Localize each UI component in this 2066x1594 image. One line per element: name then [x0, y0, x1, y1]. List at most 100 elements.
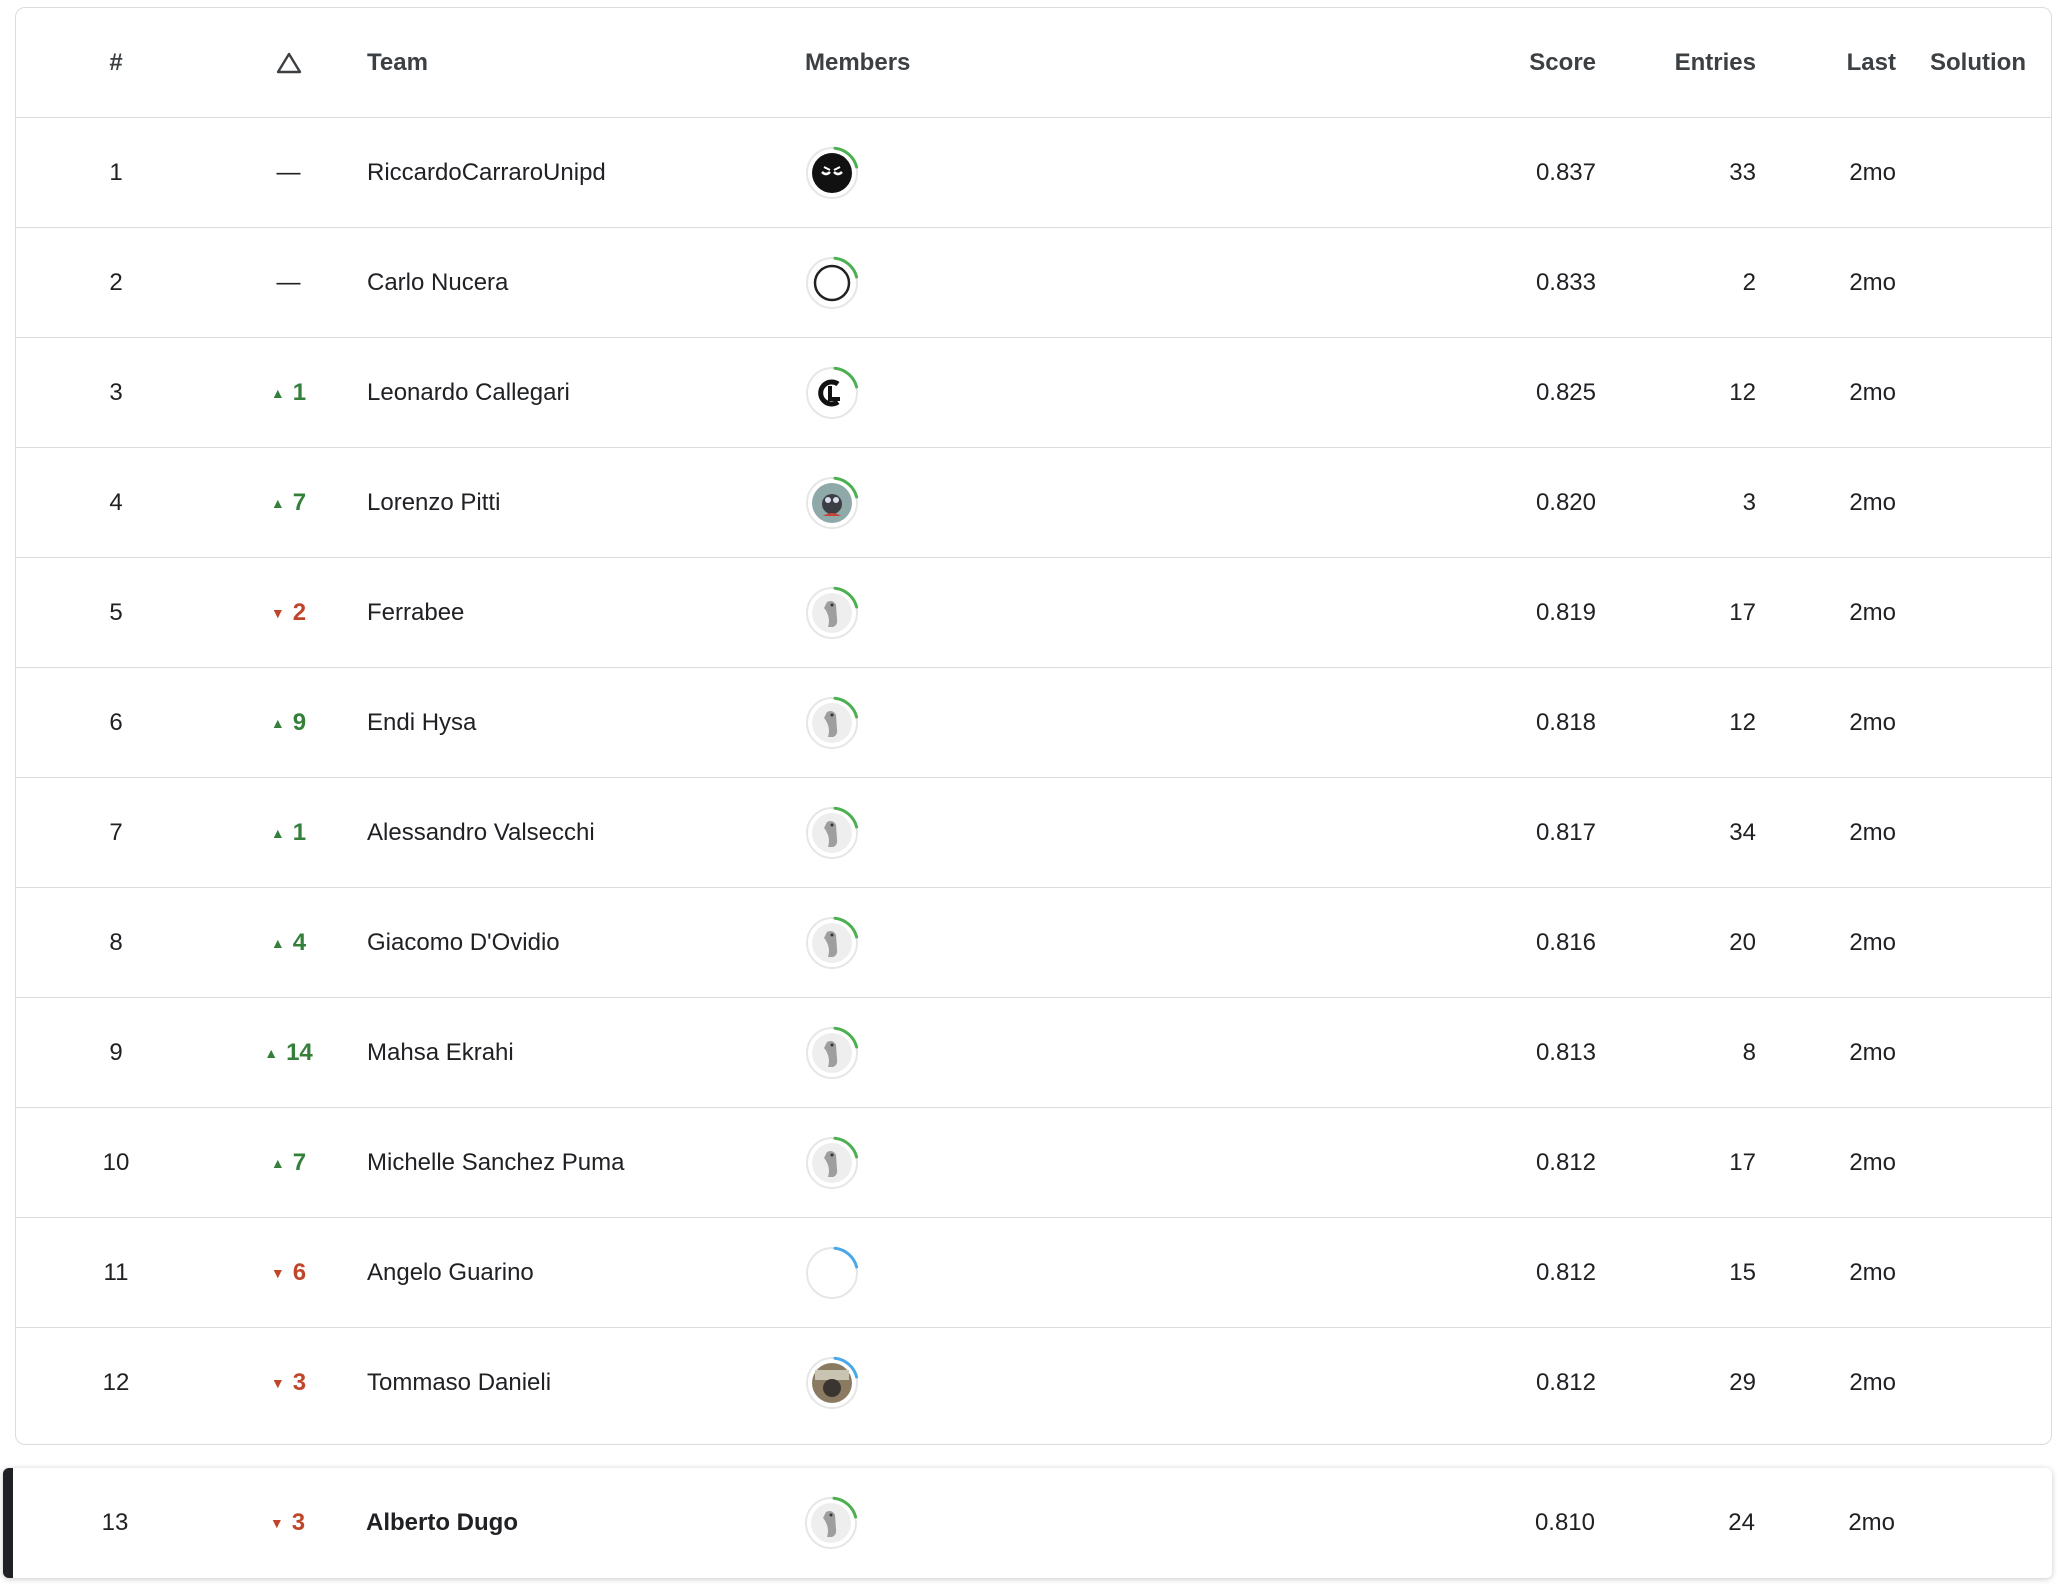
row-score: 0.820	[1535, 488, 1596, 516]
caret-up-icon: ▲	[270, 714, 285, 731]
team-name-link[interactable]: Giacomo D'Ovidio	[367, 888, 797, 997]
row-members	[805, 558, 1205, 667]
row-rank: 8	[109, 928, 123, 956]
rank-change-up: ▲ 4	[270, 928, 307, 956]
rank-change-up: ▲ 1	[270, 818, 307, 846]
row-entries: 29	[1729, 1369, 1756, 1396]
row-last: 2mo	[1849, 1258, 1896, 1286]
rank-change-none: —	[276, 158, 301, 186]
header-entries[interactable]: Entries	[1616, 8, 1756, 117]
row-score: 0.818	[1535, 708, 1596, 736]
leaderboard-table: # Team Members Score Entries Last Soluti…	[15, 7, 2052, 1445]
row-delta: —	[216, 118, 361, 227]
row-members	[805, 668, 1205, 777]
table-row[interactable]: 4 ▲ 7 Lorenzo Pitti 0.820 3 2mo	[16, 448, 2051, 558]
caret-down-icon: ▼	[270, 604, 285, 621]
row-score: 0.812	[1535, 1148, 1596, 1176]
row-last: 2mo	[1848, 1509, 1895, 1536]
team-name-link[interactable]: Carlo Nucera	[367, 228, 797, 337]
team-name-link[interactable]: RiccardoCarraroUnipd	[367, 118, 797, 227]
row-members	[804, 1468, 1204, 1578]
row-last: 2mo	[1849, 708, 1896, 736]
row-entries: 24	[1728, 1509, 1755, 1536]
avatar[interactable]	[804, 1496, 858, 1550]
team-name-link[interactable]: Mahsa Ekrahi	[367, 998, 797, 1107]
team-name-link[interactable]: Leonardo Callegari	[367, 338, 797, 447]
row-last: 2mo	[1849, 158, 1896, 186]
caret-up-icon: ▲	[270, 494, 285, 511]
header-last[interactable]: Last	[1776, 8, 1896, 117]
avatar[interactable]	[805, 1246, 859, 1300]
avatar[interactable]	[805, 366, 859, 420]
row-entries: 15	[1729, 1258, 1756, 1286]
avatar[interactable]	[805, 256, 859, 310]
header-team[interactable]: Team	[367, 8, 797, 117]
row-rank: 13	[101, 1509, 129, 1536]
row-score: 0.819	[1535, 598, 1596, 626]
header-rank[interactable]: #	[16, 8, 216, 117]
row-last: 2mo	[1849, 1148, 1896, 1176]
avatar[interactable]	[805, 1356, 859, 1410]
team-name-link[interactable]: Michelle Sanchez Puma	[367, 1108, 797, 1217]
current-row-indicator	[3, 1468, 13, 1578]
avatar[interactable]	[805, 1136, 859, 1190]
row-delta: ▼ 3	[215, 1468, 360, 1578]
team-name-link[interactable]: Tommaso Danieli	[367, 1328, 797, 1438]
row-rank: 7	[109, 818, 123, 846]
table-row[interactable]: 8 ▲ 4 Giacomo D'Ovidio 0.816 20 2mo	[16, 888, 2051, 998]
table-row[interactable]: 11 ▼ 6 Angelo Guarino 0.812 15 2mo	[16, 1218, 2051, 1328]
current-user-row[interactable]: 13 ▼ 3 Alberto Dugo 0.810 24 2mo	[3, 1468, 2052, 1578]
table-row[interactable]: 9 ▲ 14 Mahsa Ekrahi 0.813 8 2mo	[16, 998, 2051, 1108]
caret-up-icon: ▲	[270, 384, 285, 401]
rank-change-down: ▼ 3	[270, 1369, 307, 1396]
row-rank: 9	[109, 1038, 123, 1066]
row-delta: ▲ 7	[216, 1108, 361, 1217]
team-name-link[interactable]: Endi Hysa	[367, 668, 797, 777]
avatar[interactable]	[805, 476, 859, 530]
row-score: 0.812	[1535, 1258, 1596, 1286]
header-members: Members	[805, 48, 911, 76]
row-delta: ▼ 2	[216, 558, 361, 667]
rank-change-up: ▲ 7	[270, 1148, 307, 1176]
table-row[interactable]: 12 ▼ 3 Tommaso Danieli 0.812 29 2mo	[16, 1328, 2051, 1438]
row-members	[805, 998, 1205, 1107]
caret-up-icon: ▲	[270, 1154, 285, 1171]
row-score: 0.825	[1535, 378, 1596, 406]
caret-up-icon: ▲	[270, 824, 285, 841]
team-name-link[interactable]: Alessandro Valsecchi	[367, 778, 797, 887]
table-row[interactable]: 7 ▲ 1 Alessandro Valsecchi 0.817 34 2mo	[16, 778, 2051, 888]
rank-change-up: ▲ 14	[264, 1038, 313, 1066]
row-delta: ▼ 6	[216, 1218, 361, 1327]
table-row[interactable]: 3 ▲ 1 Leonardo Callegari 0.825 12 2mo	[16, 338, 2051, 448]
avatar[interactable]	[805, 806, 859, 860]
team-name-link[interactable]: Lorenzo Pitti	[367, 448, 797, 557]
row-members	[805, 778, 1205, 887]
table-row[interactable]: 5 ▼ 2 Ferrabee 0.819 17 2mo	[16, 558, 2051, 668]
rank-change-none: —	[276, 268, 301, 296]
avatar[interactable]	[805, 696, 859, 750]
header-score[interactable]: Score	[1436, 8, 1596, 117]
table-row[interactable]: 1 — RiccardoCarraroUnipd 0.837 33 2mo	[16, 118, 2051, 228]
avatar[interactable]	[805, 1026, 859, 1080]
team-name-link[interactable]: Ferrabee	[367, 558, 797, 667]
row-rank: 6	[109, 708, 123, 736]
row-last: 2mo	[1849, 928, 1896, 956]
header-delta[interactable]	[216, 8, 361, 117]
table-row[interactable]: 2 — Carlo Nucera 0.833 2 2mo	[16, 228, 2051, 338]
team-name-link[interactable]: Angelo Guarino	[367, 1218, 797, 1327]
row-entries: 8	[1742, 1038, 1756, 1066]
avatar[interactable]	[805, 586, 859, 640]
row-members	[805, 1328, 1205, 1438]
avatar[interactable]	[805, 916, 859, 970]
row-delta: ▲ 7	[216, 448, 361, 557]
team-name-link[interactable]: Alberto Dugo	[366, 1468, 796, 1578]
row-members	[805, 338, 1205, 447]
row-rank: 3	[109, 378, 123, 406]
caret-down-icon: ▼	[270, 1264, 285, 1281]
row-delta: ▲ 4	[216, 888, 361, 997]
avatar[interactable]	[805, 146, 859, 200]
table-row[interactable]: 6 ▲ 9 Endi Hysa 0.818 12 2mo	[16, 668, 2051, 778]
row-entries: 12	[1729, 378, 1756, 406]
rank-change-down: ▼ 6	[270, 1258, 307, 1286]
table-row[interactable]: 10 ▲ 7 Michelle Sanchez Puma 0.812 17 2mo	[16, 1108, 2051, 1218]
